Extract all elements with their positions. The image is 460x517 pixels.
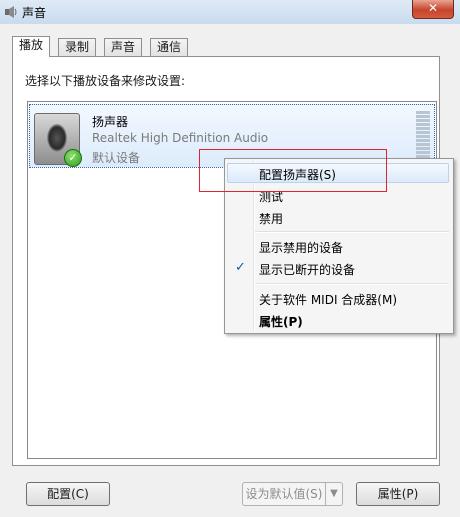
- menu-separator: [255, 231, 449, 233]
- speaker-cone: [47, 124, 67, 152]
- menu-item-properties[interactable]: 属性(P): [259, 313, 303, 330]
- device-name: 扬声器: [92, 115, 129, 129]
- annotation-highlight-box: [199, 149, 387, 192]
- tab-communications[interactable]: 通信: [150, 38, 189, 56]
- menu-item-show-disabled[interactable]: 显示禁用的设备: [259, 239, 343, 256]
- set-default-button[interactable]: 设为默认值(S): [242, 482, 326, 506]
- checkmark-icon: ✓: [235, 260, 246, 275]
- menu-item-about-midi[interactable]: 关于软件 MIDI 合成器(M): [259, 291, 397, 308]
- default-check-badge-icon: ✓: [64, 149, 82, 167]
- sound-app-icon: [5, 6, 17, 18]
- tab-sounds[interactable]: 声音: [104, 38, 143, 56]
- device-description: Realtek High Definition Audio: [92, 131, 269, 145]
- menu-item-show-disconnected[interactable]: 显示已断开的设备: [259, 261, 355, 278]
- properties-button[interactable]: 属性(P): [356, 482, 440, 506]
- window-title: 声音: [22, 6, 47, 20]
- menu-item-disable[interactable]: 禁用: [259, 210, 283, 227]
- volume-level-meter: [416, 111, 430, 163]
- instruction-label: 选择以下播放设备来修改设置:: [25, 74, 186, 88]
- set-default-dropdown-arrow[interactable]: ▼: [325, 482, 343, 506]
- title-bar: 声音 ✕: [0, 0, 460, 24]
- tab-recording[interactable]: 录制: [58, 38, 97, 56]
- tab-playback[interactable]: 播放: [12, 36, 51, 57]
- close-button[interactable]: ✕: [412, 0, 454, 19]
- device-status: 默认设备: [92, 151, 141, 165]
- menu-separator: [255, 283, 449, 285]
- configure-button[interactable]: 配置(C): [26, 482, 110, 506]
